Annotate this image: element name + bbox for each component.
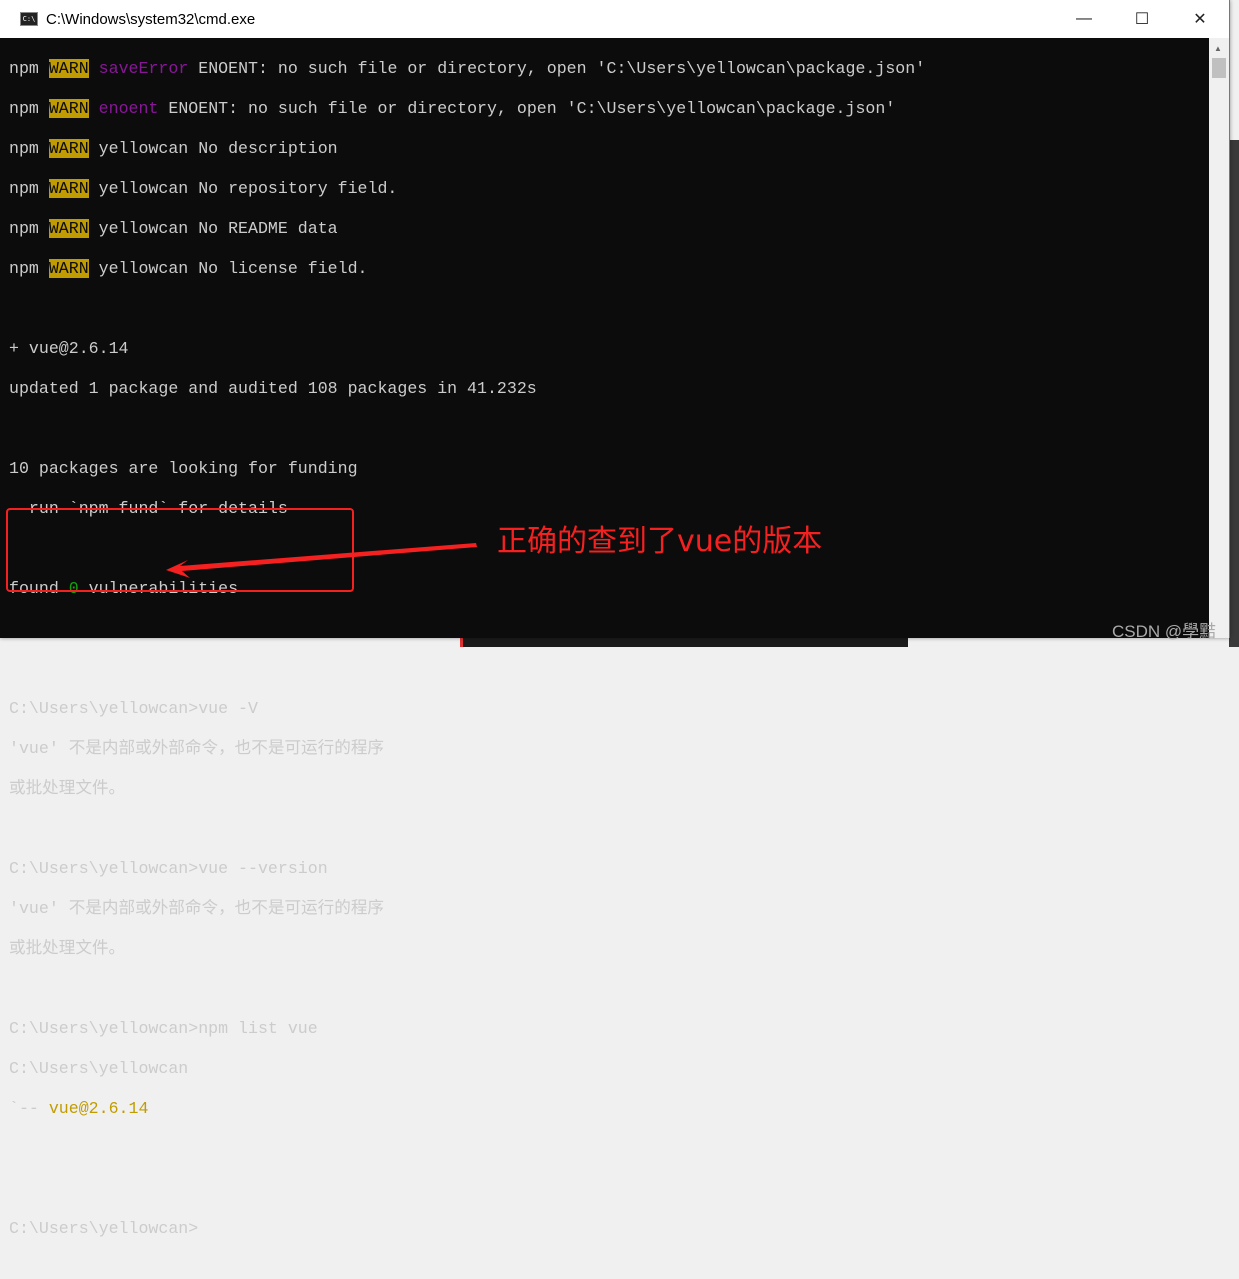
tree-root: C:\Users\yellowcan — [9, 1059, 189, 1078]
prompt-line[interactable]: C:\Users\yellowcan> — [9, 1219, 925, 1239]
command-line: C:\Users\yellowcan>npm list vue — [9, 1019, 318, 1038]
command-line: C:\Users\yellowcan>vue --version — [9, 859, 328, 878]
tree-branch: `-- — [9, 1099, 49, 1118]
annotation-text: 正确的查到了vue的版本 — [497, 524, 823, 559]
background-page — [1229, 140, 1239, 647]
tree-package: vue@2.6.14 — [48, 1099, 149, 1118]
arrow-icon — [166, 543, 477, 578]
error-line: 'vue' 不是内部或外部命令，也不是可运行的程序 — [9, 899, 385, 918]
error-line: 'vue' 不是内部或外部命令，也不是可运行的程序 — [9, 739, 385, 758]
tree-line: `-- vue@2.6.14 — [9, 1099, 925, 1119]
watermark: CSDN @學黠 — [1112, 622, 1217, 641]
error-line: 或批处理文件。 — [9, 939, 126, 958]
cmd-window: C:\ C:\Windows\system32\cmd.exe — ☐ ✕ np… — [0, 0, 1230, 1238]
command-line: C:\Users\yellowcan>vue -V — [9, 699, 258, 718]
error-line: 或批处理文件。 — [9, 779, 126, 798]
